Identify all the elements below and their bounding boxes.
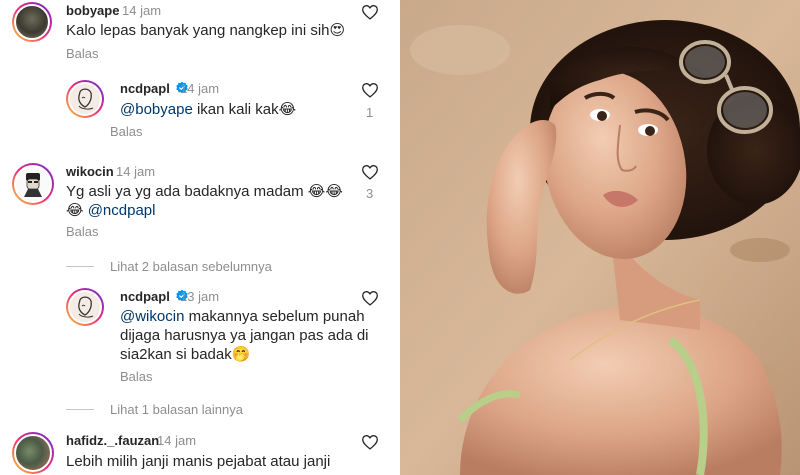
comment-text: 😂 @ncdpapl: [66, 202, 156, 219]
mention-link[interactable]: @wikocin: [120, 308, 184, 325]
view-previous-replies[interactable]: Lihat 2 balasan sebelumnya: [66, 259, 272, 274]
comment-time: 14 jam: [122, 3, 162, 18]
reply-button[interactable]: Balas: [66, 46, 99, 61]
post-photo: [400, 0, 800, 475]
comment-username[interactable]: ncdpapl: [120, 289, 189, 304]
comment-time: 14 jam: [180, 81, 220, 96]
comment-username[interactable]: hafidz._.fauzan: [66, 433, 159, 448]
avatar[interactable]: [66, 288, 104, 326]
heart-outline-icon[interactable]: [361, 290, 379, 306]
comment-time: 13 jam: [180, 289, 220, 304]
avatar[interactable]: [12, 2, 52, 42]
avatar-illustration-icon: [78, 296, 94, 318]
comment-text: sia2kan si badak🤭: [120, 346, 251, 363]
heart-outline-icon[interactable]: [361, 164, 379, 180]
mention-link[interactable]: @bobyape: [120, 101, 193, 118]
reply-button[interactable]: Balas: [66, 224, 99, 239]
avatar[interactable]: [66, 80, 104, 118]
avatar-illustration-icon: [24, 173, 42, 197]
comment-text: Lebih milih janji manis pejabat atau jan…: [66, 453, 331, 470]
heart-outline-icon[interactable]: [361, 82, 379, 98]
comment-username[interactable]: wikocin: [66, 164, 114, 179]
comment-text: Yg asli ya yg ada badaknya madam 😂😂: [66, 183, 343, 200]
reply-button[interactable]: Balas: [110, 124, 143, 139]
comment-text: Kalo lepas banyak yang nangkep ini sih😍: [66, 22, 346, 39]
divider: [66, 266, 94, 267]
comment-text: @bobyape ikan kali kak😂: [120, 101, 297, 118]
like-count: 1: [366, 105, 374, 120]
avatar[interactable]: [12, 163, 54, 205]
divider: [66, 409, 94, 410]
comment-time: 14 jam: [116, 164, 156, 179]
mention-link[interactable]: @ncdpapl: [88, 202, 156, 219]
avatar-illustration-icon: [78, 88, 94, 110]
heart-outline-icon[interactable]: [361, 4, 379, 20]
comment-username[interactable]: bobyape: [66, 3, 119, 18]
like-count: 3: [366, 186, 374, 201]
view-replies-label: Lihat 1 balasan lainnya: [110, 402, 243, 417]
comments-panel: bobyape 14 jam Kalo lepas banyak yang na…: [0, 0, 400, 475]
reply-button[interactable]: Balas: [120, 369, 153, 384]
avatar[interactable]: [12, 432, 54, 474]
comment-username[interactable]: ncdpapl: [120, 81, 189, 96]
comment-time: 14 jam: [157, 433, 197, 448]
comment-text: dijaga harusnya ya jangan pas ada di: [120, 327, 369, 344]
view-replies-label: Lihat 2 balasan sebelumnya: [110, 259, 272, 274]
view-more-replies[interactable]: Lihat 1 balasan lainnya: [66, 402, 243, 417]
heart-outline-icon[interactable]: [361, 434, 379, 450]
photo-illustration: [400, 0, 800, 475]
comment-text: @wikocin makannya sebelum punah: [120, 308, 365, 325]
